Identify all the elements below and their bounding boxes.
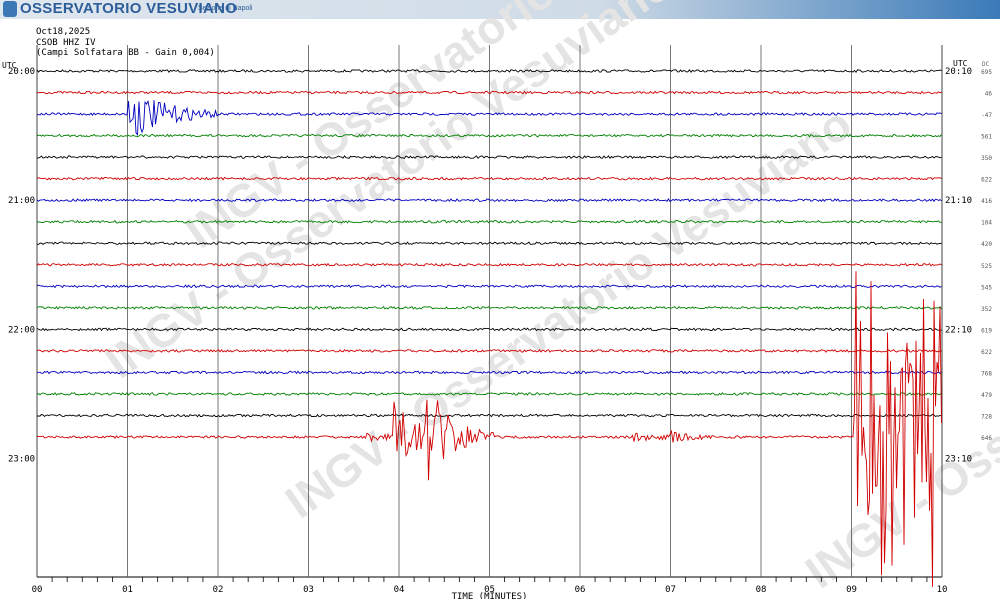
dc-offset-value: 622 [981, 349, 992, 356]
left-time-label: 23:00 [8, 455, 35, 465]
dc-offset-value: 420 [981, 241, 992, 248]
dc-offset-value: 619 [981, 327, 992, 334]
dc-offset-value: 352 [981, 306, 992, 313]
x-tick-label: 08 [756, 585, 767, 595]
x-tick-label: 09 [846, 585, 857, 595]
watermark-text: INGV - Osservatorio Vesuviano [796, 167, 1000, 598]
x-tick-label: 00 [32, 585, 43, 595]
x-axis-label: TIME (MINUTES) [452, 592, 528, 599]
dc-offset-value: 350 [981, 155, 992, 162]
x-tick-label: 06 [575, 585, 586, 595]
dc-offset-value: 104 [981, 220, 992, 227]
dc-offset-value: 479 [981, 392, 992, 399]
x-tick-label: 01 [122, 585, 133, 595]
x-tick-label: 03 [303, 585, 314, 595]
dc-offset-value: 728 [981, 413, 992, 420]
x-tick-label: 07 [665, 585, 676, 595]
right-time-label: 21:10 [945, 196, 972, 206]
dc-offset-value: 768 [981, 370, 992, 377]
x-tick-label: 04 [394, 585, 405, 595]
left-time-label: 20:00 [8, 67, 35, 77]
x-tick-label: 02 [213, 585, 224, 595]
seismogram-chart: INGV - Osservatorio VesuvianoINGV - Osse… [2, 0, 1000, 599]
dc-offset-value: 545 [981, 284, 992, 291]
x-tick-label: 10 [937, 585, 948, 595]
dc-offset-value: 561 [981, 134, 992, 141]
dc-offset-value: 525 [981, 263, 992, 270]
dc-offset-value: 46 [985, 91, 993, 98]
dc-offset-value: 646 [981, 435, 992, 442]
left-time-label: 21:00 [8, 196, 35, 206]
dc-offset-value: 622 [981, 177, 992, 184]
dc-offset-value: 695 [981, 69, 992, 76]
right-time-label: 23:10 [945, 455, 972, 465]
dc-offset-value: -47 [981, 112, 992, 119]
right-time-label: 20:10 [945, 67, 972, 77]
dc-offset-value: 416 [981, 198, 992, 205]
right-time-label: 22:10 [945, 325, 972, 335]
dc-header: DC [982, 61, 990, 68]
left-time-label: 22:00 [8, 325, 35, 335]
